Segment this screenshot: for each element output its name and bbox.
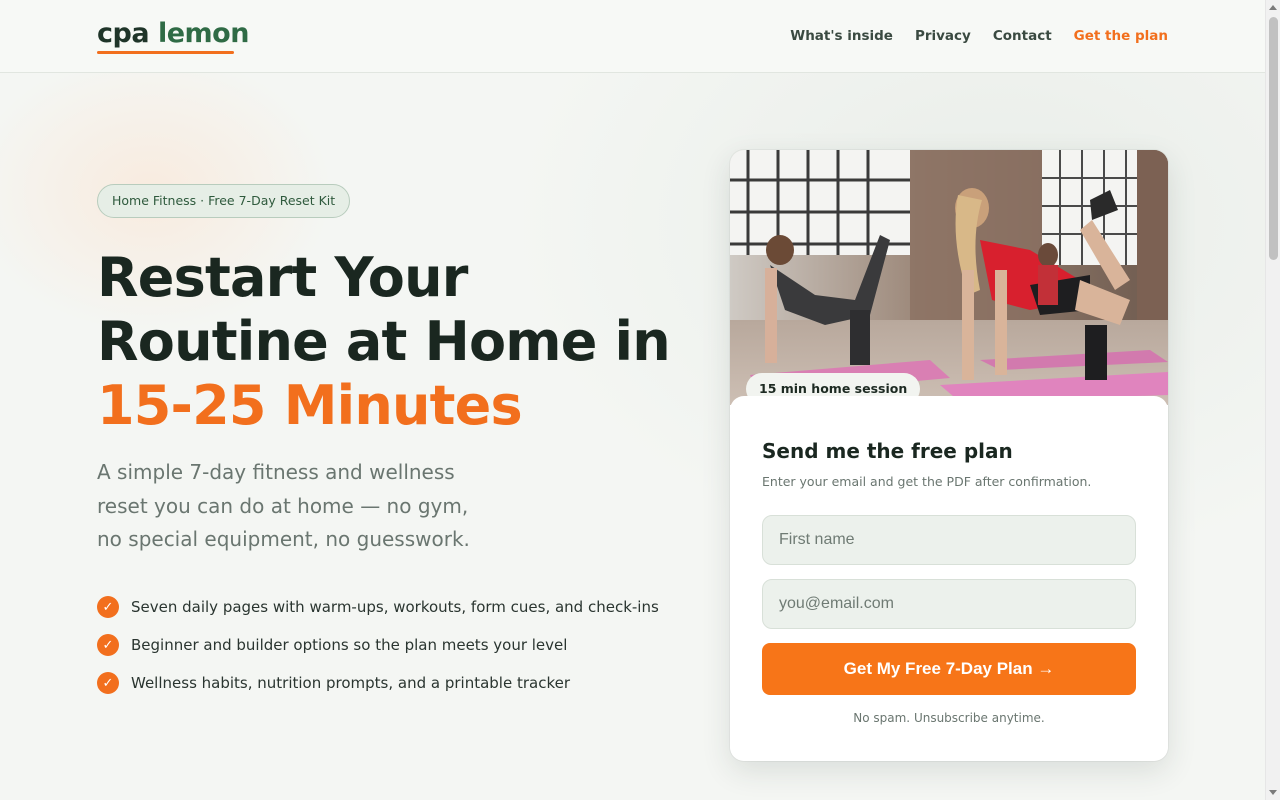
check-icon: ✓ (97, 596, 119, 618)
hero-headline: Restart Your Routine at Home in 15-25 Mi… (97, 246, 697, 438)
nav-get-the-plan[interactable]: Get the plan (1074, 27, 1168, 45)
feature-item: ✓ Beginner and builder options so the pl… (97, 626, 659, 664)
email-input[interactable] (762, 579, 1136, 629)
logo-underline (97, 51, 234, 54)
feature-text: Wellness habits, nutrition prompts, and … (131, 674, 571, 692)
first-name-input[interactable] (762, 515, 1136, 565)
page-scrollbar[interactable] (1265, 0, 1280, 800)
nav-contact[interactable]: Contact (993, 27, 1052, 45)
feature-item: ✓ Seven daily pages with warm-ups, worko… (97, 588, 659, 626)
form-title: Send me the free plan (762, 439, 1013, 463)
no-spam-note: No spam. Unsubscribe anytime. (853, 711, 1045, 725)
category-badge: Home Fitness · Free 7-Day Reset Kit (97, 184, 351, 218)
scroll-up-icon[interactable] (1269, 5, 1277, 10)
scrollbar-thumb[interactable] (1269, 17, 1278, 260)
feature-text: Seven daily pages with warm-ups, workout… (131, 598, 659, 616)
form-subtitle: Enter your email and get the PDF after c… (762, 474, 1092, 489)
feature-item: ✓ Wellness habits, nutrition prompts, an… (97, 664, 659, 702)
get-plan-button[interactable]: Get My Free 7-Day Plan → (762, 643, 1136, 695)
scroll-down-icon[interactable] (1269, 790, 1277, 795)
fitness-class-photo (730, 150, 1168, 405)
signup-card: 15 min home session Send me the free pla… (730, 150, 1168, 761)
headline-main: Restart Your Routine at Home in (97, 246, 671, 373)
logo-word-cpa: cpa (97, 18, 150, 49)
logo[interactable]: cpa lemon (97, 17, 249, 51)
site-header: cpa lemon What's inside Privacy Contact … (0, 0, 1265, 73)
main-nav: What's inside Privacy Contact Get the pl… (790, 27, 1168, 45)
logo-word-lemon: lemon (157, 18, 249, 49)
feature-text: Beginner and builder options so the plan… (131, 636, 568, 654)
check-icon: ✓ (97, 634, 119, 656)
nav-privacy[interactable]: Privacy (915, 27, 971, 45)
headline-accent: 15-25 Minutes (97, 374, 523, 437)
feature-list: ✓ Seven daily pages with warm-ups, worko… (97, 588, 659, 702)
hero-subtitle: A simple 7-day fitness and wellness rese… (97, 460, 470, 551)
nav-whats-inside[interactable]: What's inside (790, 27, 893, 45)
check-icon: ✓ (97, 672, 119, 694)
signup-form: Send me the free plan Enter your email a… (730, 396, 1168, 761)
